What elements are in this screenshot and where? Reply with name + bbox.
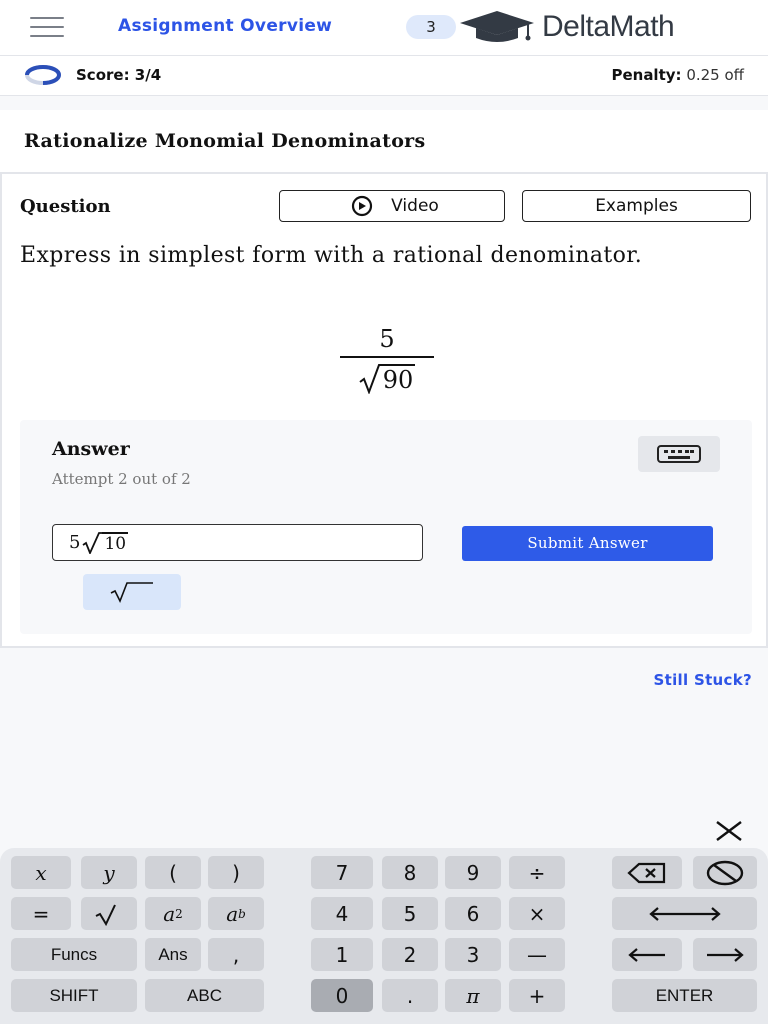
key-5[interactable]: 5 — [382, 897, 438, 930]
key-6[interactable]: 6 — [445, 897, 501, 930]
key-abc[interactable]: ABC — [145, 979, 264, 1012]
key-left-right-arrow[interactable] — [612, 897, 757, 930]
key-minus[interactable]: — — [509, 938, 565, 971]
penalty-text: Penalty: 0.25 off — [611, 66, 744, 84]
key-4[interactable]: 4 — [311, 897, 373, 930]
square-root-icon — [110, 582, 153, 603]
key-backspace[interactable] — [612, 856, 682, 889]
attempt-counter: Attempt 2 out of 2 — [52, 470, 191, 488]
key-2[interactable]: 2 — [382, 938, 438, 971]
keyboard-icon — [657, 445, 701, 463]
hamburger-menu-icon[interactable] — [30, 17, 64, 39]
key-0[interactable]: 0 — [311, 979, 373, 1012]
video-button[interactable]: Video — [279, 190, 505, 222]
still-stuck-link[interactable]: Still Stuck? — [654, 671, 752, 689]
key-divide[interactable]: ÷ — [509, 856, 565, 889]
fraction-denominator: 90 — [340, 362, 434, 394]
key-8[interactable]: 8 — [382, 856, 438, 889]
logo: DeltaMath — [458, 10, 675, 44]
close-keypad-icon[interactable] — [713, 818, 745, 844]
answer-panel: Answer Attempt 2 out of 2 5 10 Submit An… — [20, 420, 752, 634]
left-arrow-icon — [628, 947, 665, 962]
key-squared[interactable]: a2 — [145, 897, 201, 930]
key-y[interactable]: y — [81, 856, 137, 889]
keyboard-toggle-button[interactable] — [638, 436, 720, 472]
radicand: 90 — [380, 364, 416, 394]
key-equals[interactable]: = — [11, 897, 71, 930]
square-root-icon — [95, 904, 116, 926]
key-sqrt[interactable] — [81, 897, 137, 930]
penalty-value: 0.25 off — [686, 66, 744, 84]
key-power[interactable]: ab — [208, 897, 264, 930]
question-label: Question — [20, 196, 111, 217]
clear-icon — [706, 860, 744, 885]
key-comma[interactable]: , — [208, 938, 264, 971]
key-x[interactable]: x — [11, 856, 71, 889]
key-squared-exponent: 2 — [175, 906, 183, 921]
fraction-expression: 5 90 — [340, 324, 434, 394]
logo-text: DeltaMath — [542, 10, 675, 43]
key-power-exponent: b — [238, 906, 246, 921]
video-button-label: Video — [391, 196, 439, 216]
penalty-label: Penalty: — [611, 66, 682, 84]
answer-radicand: 10 — [102, 531, 129, 554]
key-power-base: a — [226, 901, 239, 926]
key-multiply[interactable]: × — [509, 897, 565, 930]
fraction-numerator: 5 — [379, 325, 395, 353]
score-bar: Score: 3/4 Penalty: 0.25 off — [0, 56, 768, 96]
backspace-icon — [627, 862, 666, 883]
key-close-paren[interactable]: ) — [208, 856, 264, 889]
key-clear[interactable] — [693, 856, 757, 889]
key-left-arrow[interactable] — [612, 938, 682, 971]
answer-label: Answer — [52, 438, 130, 460]
title-card: Rationalize Monomial Denominators — [0, 110, 768, 172]
question-card: Question Video Examples Express in simpl… — [0, 172, 768, 648]
submit-answer-button[interactable]: Submit Answer — [462, 526, 713, 561]
count-badge: 3 — [406, 15, 456, 39]
key-funcs[interactable]: Funcs — [11, 938, 137, 971]
question-prompt: Express in simplest form with a rational… — [20, 243, 643, 268]
graduation-cap-icon — [460, 11, 534, 42]
fraction-bar — [340, 356, 434, 358]
radical-sign-icon — [82, 531, 103, 554]
key-ans[interactable]: Ans — [145, 938, 201, 971]
radical-sign-icon — [359, 364, 381, 394]
key-enter[interactable]: ENTER — [612, 979, 757, 1012]
examples-button[interactable]: Examples — [522, 190, 751, 222]
key-1[interactable]: 1 — [311, 938, 373, 971]
key-right-arrow[interactable] — [693, 938, 757, 971]
key-pi[interactable]: π — [445, 979, 501, 1012]
key-7[interactable]: 7 — [311, 856, 373, 889]
score-text: Score: 3/4 — [76, 66, 162, 84]
square-root-tool-button[interactable] — [83, 574, 181, 610]
math-keypad: x y ( ) 7 8 9 ÷ = a2 ab 4 5 6 × Funcs An… — [0, 848, 768, 1024]
answer-input[interactable]: 5 10 — [52, 524, 423, 561]
key-3[interactable]: 3 — [445, 938, 501, 971]
key-open-paren[interactable]: ( — [145, 856, 201, 889]
key-decimal[interactable]: . — [382, 979, 438, 1012]
key-squared-base: a — [163, 901, 176, 926]
key-9[interactable]: 9 — [445, 856, 501, 889]
assignment-overview-link[interactable]: Assignment Overview — [118, 16, 332, 36]
page-title: Rationalize Monomial Denominators — [24, 130, 426, 152]
key-shift[interactable]: SHIFT — [11, 979, 137, 1012]
play-circle-icon — [352, 195, 373, 217]
answer-coefficient: 5 — [69, 532, 81, 553]
score-progress-icon — [25, 65, 61, 85]
left-right-arrow-icon — [648, 906, 721, 921]
top-bar: Assignment Overview 3 DeltaMath — [0, 0, 768, 56]
right-arrow-icon — [707, 947, 744, 962]
key-plus[interactable]: + — [509, 979, 565, 1012]
